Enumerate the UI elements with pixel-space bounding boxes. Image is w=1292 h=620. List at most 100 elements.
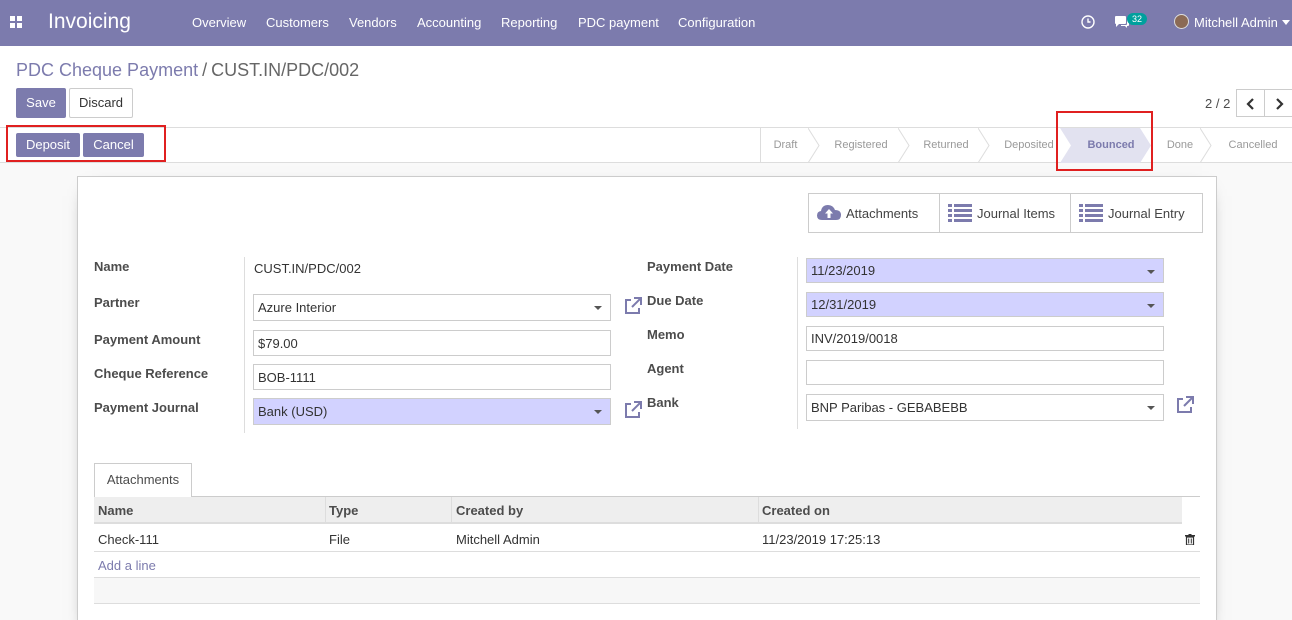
form-sheet: Attachments Journal Items Journal Entry … — [77, 176, 1217, 620]
cheque-reference-label: Cheque Reference — [94, 366, 209, 381]
breadcrumb-parent-link[interactable]: PDC Cheque Payment — [16, 60, 198, 80]
memo-label: Memo — [647, 327, 685, 342]
menu-customers[interactable]: Customers — [266, 15, 329, 30]
external-link-icon[interactable] — [1175, 395, 1195, 415]
cell-name: Check-111 — [98, 532, 159, 547]
menu-overview[interactable]: Overview — [192, 15, 246, 30]
column-header-created-by[interactable]: Created by — [456, 503, 523, 518]
chevron-right-icon — [1276, 98, 1284, 110]
column-divider — [758, 497, 759, 524]
payment-date-label: Payment Date — [647, 259, 733, 274]
table-row[interactable]: Check-111 File Mitchell Admin 11/23/2019… — [94, 526, 1200, 552]
menu-configuration[interactable]: Configuration — [678, 15, 755, 30]
breadcrumb: PDC Cheque Payment / CUST.IN/PDC/002 — [16, 60, 359, 81]
menu-reporting[interactable]: Reporting — [501, 15, 557, 30]
payment-amount-label: Payment Amount — [94, 332, 201, 347]
save-button[interactable]: Save — [16, 88, 66, 118]
smart-button-box: Attachments Journal Items Journal Entry — [808, 193, 1203, 233]
payment-journal-field-value: Bank (USD) — [258, 404, 328, 419]
journal-entry-smart-button[interactable]: Journal Entry — [1071, 194, 1202, 232]
column-header-created-on[interactable]: Created on — [762, 503, 830, 518]
status-step-registered[interactable]: Registered — [820, 128, 902, 163]
dropdown-caret-icon — [1147, 270, 1155, 274]
journal-entry-smart-button-label: Journal Entry — [1108, 206, 1185, 221]
payment-date-field-value: 11/23/2019 — [811, 263, 876, 278]
payment-date-field[interactable]: 11/23/2019 — [806, 258, 1164, 283]
message-count-badge: 32 — [1127, 13, 1148, 25]
column-divider — [451, 497, 452, 524]
user-avatar[interactable] — [1174, 14, 1189, 29]
breadcrumb-separator: / — [202, 60, 208, 80]
due-date-field-value: 12/31/2019 — [811, 297, 877, 312]
menu-vendors[interactable]: Vendors — [349, 15, 397, 30]
dropdown-caret-icon — [594, 306, 602, 310]
column-header-type[interactable]: Type — [329, 503, 358, 518]
status-arrow-separator — [978, 128, 990, 163]
top-navbar: Invoicing Overview Customers Vendors Acc… — [0, 0, 1292, 46]
bank-field[interactable]: BNP Paribas - GEBABEBB — [806, 394, 1164, 421]
user-menu[interactable]: Mitchell Admin — [1194, 15, 1278, 30]
status-step-done[interactable]: Done — [1154, 128, 1206, 163]
name-value: CUST.IN/PDC/002 — [254, 261, 361, 276]
attachments-table-header: Name Type Created by Created on — [94, 497, 1182, 524]
status-arrow-separator — [808, 128, 820, 163]
journal-items-smart-button-label: Journal Items — [977, 206, 1056, 221]
menu-pdc-payment[interactable]: PDC payment — [578, 15, 659, 30]
right-group-divider — [797, 257, 798, 429]
cell-created-by: Mitchell Admin — [456, 532, 540, 547]
list-icon — [948, 204, 972, 222]
apps-menu-icon[interactable] — [10, 16, 23, 28]
pager-next-button[interactable] — [1264, 89, 1292, 117]
column-header-name[interactable]: Name — [98, 503, 133, 518]
memo-field[interactable]: INV/2019/0018 — [806, 326, 1164, 351]
column-divider — [325, 497, 326, 524]
pager-previous-button[interactable] — [1236, 89, 1265, 117]
annotation-box-bounced-status — [1056, 111, 1153, 171]
payment-journal-field[interactable]: Bank (USD) — [253, 398, 611, 425]
menu-accounting[interactable]: Accounting — [417, 15, 481, 30]
due-date-field[interactable]: 12/31/2019 — [806, 292, 1164, 317]
breadcrumb-current: CUST.IN/PDC/002 — [211, 60, 360, 80]
discard-button[interactable]: Discard — [69, 88, 133, 118]
pager-value[interactable]: 2 / 2 — [1205, 96, 1230, 111]
status-step-cancelled[interactable]: Cancelled — [1214, 128, 1292, 163]
payment-journal-label: Payment Journal — [94, 400, 199, 415]
agent-label: Agent — [647, 361, 684, 376]
status-arrow-separator — [1200, 128, 1212, 163]
cloud-upload-icon — [817, 205, 841, 220]
partner-field[interactable]: Azure Interior — [253, 294, 611, 321]
attachments-smart-button[interactable]: Attachments — [809, 194, 940, 232]
payment-amount-field[interactable]: $79.00 — [253, 330, 611, 356]
status-arrow-separator — [898, 128, 910, 163]
trash-icon[interactable] — [1185, 534, 1195, 545]
activity-clock-icon[interactable] — [1081, 15, 1095, 29]
cheque-reference-field[interactable]: BOB-1111 — [253, 364, 611, 390]
empty-table-row — [94, 552, 1200, 578]
partner-label: Partner — [94, 295, 140, 310]
tab-attachments[interactable]: Attachments — [94, 463, 192, 497]
chevron-left-icon — [1246, 98, 1254, 110]
status-step-draft[interactable]: Draft — [760, 128, 810, 163]
journal-items-smart-button[interactable]: Journal Items — [940, 194, 1071, 232]
left-group-divider — [244, 257, 245, 433]
dropdown-caret-icon — [594, 410, 602, 414]
list-icon — [1079, 204, 1103, 222]
table-footer-row — [94, 578, 1200, 604]
partner-field-value: Azure Interior — [258, 300, 337, 315]
agent-field[interactable] — [806, 360, 1164, 385]
name-label: Name — [94, 259, 130, 274]
app-title: Invoicing — [48, 10, 131, 33]
user-menu-caret-icon[interactable] — [1282, 20, 1290, 25]
external-link-icon[interactable] — [623, 296, 643, 316]
attachments-smart-button-label: Attachments — [846, 206, 919, 221]
external-link-icon[interactable] — [623, 400, 643, 420]
status-step-returned[interactable]: Returned — [910, 128, 982, 163]
bank-label: Bank — [647, 395, 679, 410]
dropdown-caret-icon — [1147, 406, 1155, 410]
annotation-box-header-buttons — [6, 125, 166, 162]
bank-field-value: BNP Paribas - GEBABEBB — [811, 400, 968, 415]
cell-created-on: 11/23/2019 17:25:13 — [762, 532, 881, 547]
dropdown-caret-icon — [1147, 304, 1155, 308]
due-date-label: Due Date — [647, 293, 704, 308]
cell-type: File — [329, 532, 350, 547]
